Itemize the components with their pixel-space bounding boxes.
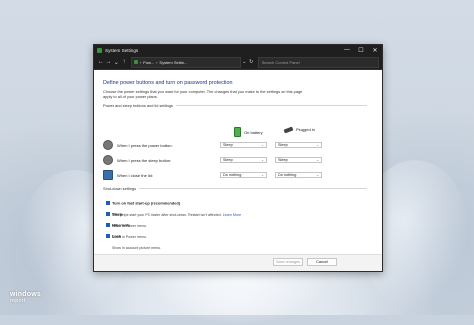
chevron-down-icon: ⌄ <box>261 173 264 177</box>
lid-battery-select[interactable]: Do nothing ⌄ <box>220 172 267 178</box>
breadcrumb-separator: › <box>156 59 158 65</box>
power-button-icon <box>103 140 113 150</box>
sleep-button-battery-select[interactable]: Sleep ⌄ <box>220 157 267 163</box>
save-changes-button[interactable]: Save changes <box>273 258 303 266</box>
lock-label: Lock <box>112 233 122 239</box>
up-arrow-icon[interactable]: ↑ <box>120 59 128 65</box>
chevron-down-icon: ⌄ <box>316 158 319 162</box>
shutdown-section-title: Shut-down settings <box>103 186 137 191</box>
control-panel-address-icon <box>133 60 138 64</box>
refresh-icon[interactable]: ↻ <box>248 59 255 65</box>
forward-arrow-icon[interactable]: → <box>105 59 113 65</box>
plug-icon <box>283 126 294 133</box>
cancel-button[interactable]: Cancel <box>307 258 337 266</box>
logo-line-1: windows <box>10 291 41 298</box>
sleep-button-plugged-select[interactable]: Sleep ⌄ <box>275 157 322 163</box>
breadcrumb-power[interactable]: Pow... <box>143 60 154 65</box>
breadcrumb-system-settings[interactable]: System Settin... <box>159 60 187 65</box>
select-value: Sleep <box>223 158 233 162</box>
power-button-battery-select[interactable]: Sleep ⌄ <box>220 142 267 148</box>
title-bar[interactable]: System Settings — ☐ ✕ <box>94 45 382 55</box>
lock-checkbox[interactable] <box>106 233 110 238</box>
lock-option: Lock Show in account picture menu. <box>106 227 161 250</box>
close-button[interactable]: ✕ <box>368 45 382 55</box>
learn-more-link[interactable]: Learn More <box>223 213 241 217</box>
power-section-title: Power and sleep buttons and lid settings <box>103 103 173 108</box>
window-title: System Settings <box>105 47 139 53</box>
sleep-button-row: When I press the sleep button: <box>103 155 171 165</box>
logo-line-2: report <box>10 298 26 304</box>
shutdown-section-header: Shut-down settings <box>103 186 373 191</box>
back-arrow-icon[interactable]: ← <box>97 59 105 65</box>
chevron-down-icon: ⌄ <box>261 158 264 162</box>
main-content: Define power buttons and turn on passwor… <box>94 70 382 255</box>
page-description: Choose the power settings that you want … <box>103 89 303 99</box>
section-divider <box>175 105 367 106</box>
address-bar[interactable]: › Pow... › System Settin... <box>130 56 241 68</box>
search-input[interactable]: Search Control Panel <box>257 56 379 68</box>
power-button-plugged-select[interactable]: Sleep ⌄ <box>275 142 322 148</box>
select-value: Do nothing <box>278 173 297 177</box>
plugged-in-column-header: Plugged in <box>283 126 315 133</box>
laptop-lid-icon <box>103 170 113 180</box>
lid-row: When I close the lid: <box>103 170 153 180</box>
dialog-footer: Save changes Cancel <box>94 254 382 271</box>
windows-report-logo: windows report <box>10 291 41 305</box>
lid-plugged-select[interactable]: Do nothing ⌄ <box>275 172 322 178</box>
chevron-down-icon: ⌄ <box>316 173 319 177</box>
on-battery-label: On battery <box>244 129 263 135</box>
recent-locations-chevron-icon[interactable]: ⌄ <box>112 59 120 66</box>
chevron-down-icon: ⌄ <box>261 143 264 147</box>
on-battery-column-header: On battery <box>234 127 263 137</box>
power-button-label: When I press the power button: <box>117 142 173 148</box>
select-value: Sleep <box>278 158 288 162</box>
select-value: Sleep <box>223 143 233 147</box>
address-dropdown-icon[interactable]: ⌄ <box>241 59 248 65</box>
plugged-in-label: Plugged in <box>296 127 315 132</box>
breadcrumb-separator: › <box>139 59 142 65</box>
maximize-button[interactable]: ☐ <box>354 45 368 55</box>
sleep-button-icon <box>103 155 113 165</box>
battery-icon <box>234 127 241 137</box>
system-settings-window: System Settings — ☐ ✕ ← → ⌄ ↑ › Pow... ›… <box>93 44 383 272</box>
sleep-button-label: When I press the sleep button: <box>117 157 172 163</box>
control-panel-icon <box>97 47 102 53</box>
minimize-button[interactable]: — <box>340 45 354 55</box>
search-placeholder: Search Control Panel <box>261 59 300 65</box>
select-value: Sleep <box>278 143 288 147</box>
select-value: Do nothing <box>223 173 242 177</box>
lid-label: When I close the lid: <box>117 172 154 178</box>
power-section-header: Power and sleep buttons and lid settings <box>103 103 373 108</box>
section-divider <box>139 188 367 189</box>
chevron-down-icon: ⌄ <box>316 143 319 147</box>
lock-description: Show in account picture menu. <box>112 245 162 250</box>
page-title: Define power buttons and turn on passwor… <box>103 80 233 86</box>
power-button-row: When I press the power button: <box>103 140 173 150</box>
navigation-bar: ← → ⌄ ↑ › Pow... › System Settin... ⌄ ↻ … <box>94 55 382 70</box>
